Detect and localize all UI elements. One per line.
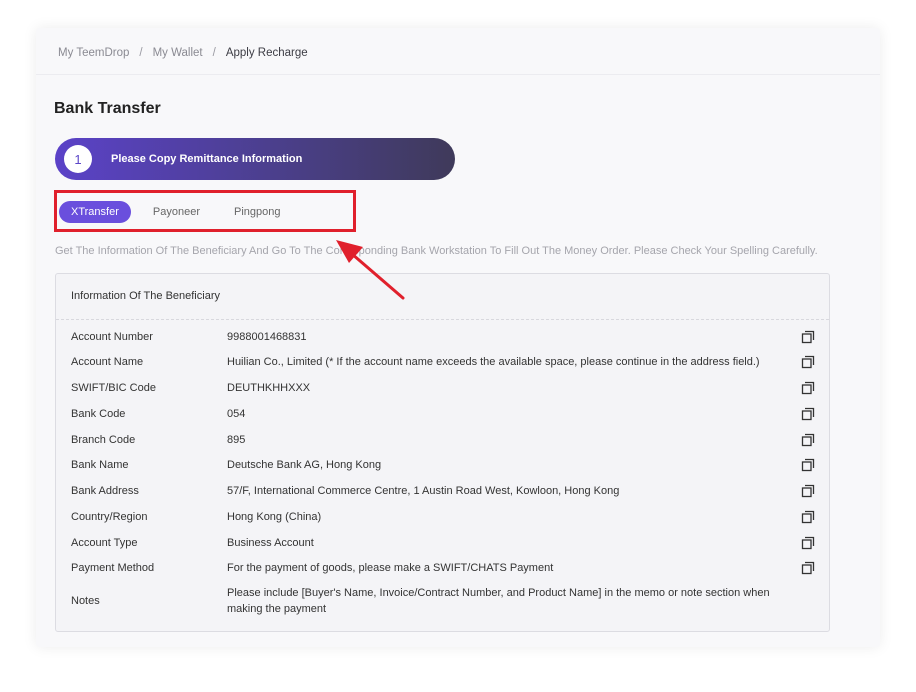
copy-icon[interactable]: [801, 433, 815, 447]
field-label: Bank Code: [71, 408, 126, 420]
breadcrumb-separator: /: [139, 47, 143, 59]
page-title: Bank Transfer: [54, 100, 161, 117]
panel-divider: [56, 319, 829, 320]
field-label: SWIFT/BIC Code: [71, 382, 156, 394]
field-value: Hong Kong (China): [227, 511, 322, 523]
field-value: Business Account: [227, 537, 314, 549]
copy-icon[interactable]: [801, 536, 815, 550]
copy-icon[interactable]: [801, 407, 815, 421]
breadcrumb: My TeemDrop / My Wallet / Apply Recharge: [58, 47, 308, 59]
info-row-branch-code: Branch Code 895: [71, 431, 816, 449]
field-value: For the payment of goods, please make a …: [227, 562, 554, 574]
field-label: Account Number: [71, 331, 153, 343]
step-number: 1: [64, 145, 92, 173]
copy-icon[interactable]: [801, 484, 815, 498]
field-value: 9988001468831: [227, 331, 307, 343]
info-row-bank-name: Bank Name Deutsche Bank AG, Hong Kong: [71, 456, 816, 474]
breadcrumb-apply-recharge: Apply Recharge: [225, 47, 308, 59]
copy-icon[interactable]: [801, 330, 815, 344]
copy-icon[interactable]: [801, 561, 815, 575]
field-value: DEUTHKHHXXX: [227, 382, 311, 394]
field-label: Account Type: [71, 537, 138, 549]
field-label: Payment Method: [71, 562, 155, 574]
copy-icon[interactable]: [801, 381, 815, 395]
field-label: Notes: [71, 595, 100, 607]
tabs-highlight-box: [54, 190, 356, 232]
field-label: Bank Name: [71, 459, 129, 471]
field-value: Please include [Buyer's Name, Invoice/Co…: [227, 587, 770, 615]
copy-icon[interactable]: [801, 355, 815, 369]
field-label: Country/Region: [71, 511, 148, 523]
field-label: Branch Code: [71, 434, 136, 446]
panel-title: Information Of The Beneficiary: [71, 290, 220, 302]
info-row-bank-address: Bank Address 57/F, International Commerc…: [71, 482, 816, 500]
info-row-account-type: Account Type Business Account: [71, 534, 816, 552]
info-row-account-number: Account Number 9988001468831: [71, 328, 816, 346]
copy-icon[interactable]: [801, 510, 815, 524]
copy-icon[interactable]: [801, 458, 815, 472]
field-value: 57/F, International Commerce Centre, 1 A…: [227, 485, 620, 497]
instruction-hint: Get The Information Of The Beneficiary A…: [55, 245, 818, 257]
step-banner: 1 Please Copy Remittance Information: [55, 138, 455, 180]
breadcrumb-my-teemdrop[interactable]: My TeemDrop: [58, 47, 129, 59]
main-card: My TeemDrop / My Wallet / Apply Recharge…: [36, 28, 880, 647]
step-label: Please Copy Remittance Information: [111, 153, 303, 165]
info-row-country-region: Country/Region Hong Kong (China): [71, 508, 816, 526]
info-row-account-name: Account Name Huilian Co., Limited (* If …: [71, 353, 816, 371]
field-value: 895: [227, 434, 246, 446]
info-row-swift-code: SWIFT/BIC Code DEUTHKHHXXX: [71, 379, 816, 397]
breadcrumb-divider: [36, 74, 880, 75]
info-row-notes: Notes Please include [Buyer's Name, Invo…: [71, 584, 816, 618]
field-label: Account Name: [71, 356, 144, 368]
field-value: Huilian Co., Limited (* If the account n…: [227, 356, 760, 368]
info-row-bank-code: Bank Code 054: [71, 405, 816, 423]
breadcrumb-separator: /: [212, 47, 216, 59]
field-value: 054: [227, 408, 246, 420]
breadcrumb-my-wallet[interactable]: My Wallet: [153, 47, 203, 59]
info-row-payment-method: Payment Method For the payment of goods,…: [71, 559, 816, 577]
field-label: Bank Address: [71, 485, 139, 497]
field-value: Deutsche Bank AG, Hong Kong: [227, 459, 382, 471]
beneficiary-info-panel: Information Of The Beneficiary Account N…: [55, 273, 830, 632]
